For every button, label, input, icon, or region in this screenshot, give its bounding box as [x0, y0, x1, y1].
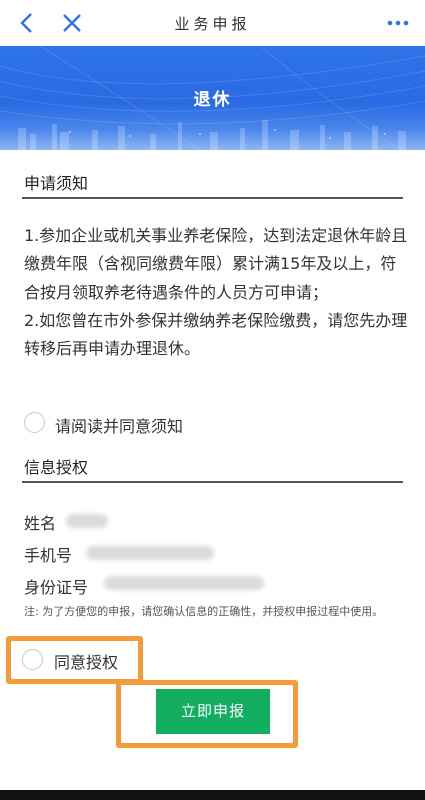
notice-text: 1.参加企业或机关事业养老保险，达到法定退休年龄且缴费年限（含视同缴费年限）累计…	[24, 222, 409, 363]
authorize-radio[interactable]	[22, 649, 43, 670]
phone-label: 手机号	[24, 546, 73, 565]
authorize-label[interactable]: 同意授权	[54, 649, 118, 673]
notice-body: 1.参加企业或机关事业养老保险，达到法定退休年龄且缴费年限（含视同缴费年限）累计…	[24, 226, 408, 359]
info-heading: 信息授权	[24, 458, 89, 477]
id-value-redacted	[104, 576, 264, 590]
name-value-redacted	[66, 514, 108, 528]
banner-title: 退休	[193, 90, 232, 110]
authorization-note: 注: 为了方便您的申报，请您确认信息的正确性，并授权申报过程中使用。	[24, 605, 384, 618]
info-divider	[22, 481, 403, 483]
notice-divider	[22, 197, 403, 199]
page-title: 业务申报	[174, 15, 251, 33]
top-nav-bar: 业务申报	[0, 0, 425, 46]
phone-value-redacted	[86, 546, 214, 560]
name-label: 姓名	[24, 514, 57, 533]
header-banner: 退休	[0, 46, 425, 150]
agree-notice-label[interactable]: 请阅读并同意须知	[55, 413, 183, 437]
bottom-system-bar	[0, 790, 425, 800]
notice-heading: 申请须知	[24, 174, 89, 193]
agree-notice-radio[interactable]	[24, 412, 45, 433]
more-dots-icon[interactable]	[385, 10, 411, 36]
submit-button[interactable]: 立即申报	[156, 689, 270, 734]
id-label: 身份证号	[24, 578, 89, 597]
